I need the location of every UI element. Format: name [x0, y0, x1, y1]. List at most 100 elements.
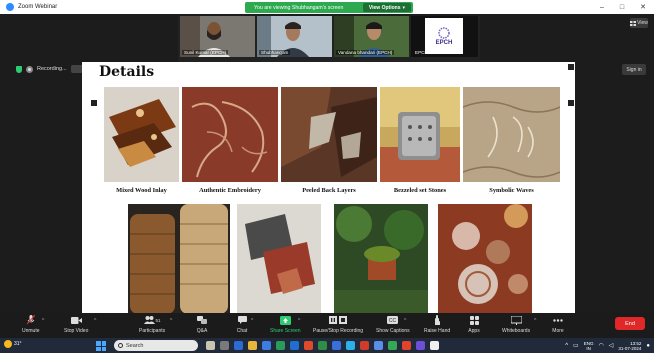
close-icon[interactable]: ✕ — [640, 3, 646, 11]
video-tile-shubhangam[interactable]: Shubhangam — [257, 16, 332, 57]
recording-label: Recording... — [37, 66, 67, 72]
shared-slide: Details Mixed Wood Inlay Authentic Embro… — [82, 62, 575, 314]
sun-icon — [4, 340, 12, 348]
photo-authentic-embroidery — [182, 87, 278, 182]
chevron-up-icon[interactable]: ^ — [42, 318, 44, 324]
epch-logo: EPCH — [425, 18, 463, 54]
language-indicator[interactable]: ENG IN — [584, 341, 594, 351]
meeting-toolbar: Unmute ^ Stop Video ^ 51 Participants ^ … — [0, 313, 654, 338]
pause-stop-recording-label: Pause/Stop Recording — [313, 328, 364, 334]
battery-icon[interactable]: ▭ — [573, 342, 579, 349]
minimize-icon[interactable]: – — [600, 4, 604, 11]
chevron-up-icon[interactable]: ^ — [170, 318, 172, 324]
weather-widget[interactable]: 31° — [4, 340, 22, 348]
show-captions-label: Show Captions — [376, 328, 410, 334]
caption-bezzeled-set-stones: Bezzeled set Stones — [393, 187, 447, 194]
acrobat-icon[interactable] — [402, 341, 411, 350]
qa-button[interactable]: Q&A — [196, 315, 208, 334]
video-camera-icon — [70, 315, 82, 325]
captions-icon: CC — [387, 315, 399, 325]
wifi-icon[interactable]: ◠ — [598, 342, 603, 349]
unmute-label: Unmute — [22, 328, 40, 334]
taskbar-app-icon[interactable] — [388, 341, 397, 350]
qa-label: Q&A — [196, 328, 208, 334]
whiteboards-button[interactable]: Whiteboards — [502, 315, 530, 334]
pause-stop-recording-button[interactable]: Pause/Stop Recording — [313, 315, 363, 334]
chrome-icon[interactable] — [304, 341, 313, 350]
caption-symbolic-waves: Symbolic Waves — [489, 187, 534, 194]
epch-logo-text: EPCH — [435, 40, 453, 46]
raise-hand-icon — [431, 315, 443, 325]
taskbar-app-icon[interactable] — [262, 341, 271, 350]
participants-count: 51 — [155, 317, 161, 323]
participant-name: Sunil Kumar (EPCH) — [182, 50, 229, 55]
file-explorer-icon[interactable] — [248, 341, 257, 350]
taskbar-app-icon[interactable] — [416, 341, 425, 350]
epch-logo-icon — [438, 27, 450, 39]
more-button[interactable]: More — [552, 315, 564, 334]
qa-icon — [196, 315, 208, 325]
photo-copper-pots — [438, 204, 532, 314]
svg-text:CC: CC — [389, 318, 397, 324]
caption-peeled-back-layers: Peeled Back Layers — [302, 187, 356, 194]
window-title: Zoom Webinar — [18, 4, 58, 10]
powerpoint-icon[interactable] — [360, 341, 369, 350]
zoom-logo-icon — [6, 3, 14, 11]
taskbar-app-icon[interactable] — [430, 341, 439, 350]
video-tile-vandana[interactable]: Vandana bhandari (EPCH) — [334, 16, 409, 57]
edge-browser-icon[interactable] — [234, 341, 243, 350]
taskbar-app-icon[interactable] — [276, 341, 285, 350]
video-tile-epch[interactable]: EPCH EPCH — [411, 16, 478, 57]
chevron-up-icon[interactable]: ^ — [404, 318, 406, 324]
chat-icon — [236, 315, 248, 325]
stop-video-button[interactable]: Stop Video — [64, 315, 88, 334]
view-options-button[interactable]: View Options ▾ — [362, 3, 411, 12]
photo-planter-garden — [334, 204, 428, 314]
language-code: ENG — [583, 340, 594, 346]
security-shield-icon[interactable] — [16, 65, 22, 73]
taskbar-app-icon[interactable] — [332, 341, 341, 350]
clock[interactable]: 13:52 31-07-2024 — [618, 341, 641, 351]
sign-in-button[interactable]: Sign in — [622, 64, 646, 75]
photo-peeled-back-layers — [281, 87, 377, 182]
chevron-up-icon[interactable]: ^ — [565, 343, 568, 349]
slide-title: Details — [99, 64, 155, 80]
task-view-icon[interactable] — [206, 341, 215, 350]
chevron-up-icon[interactable]: ^ — [298, 318, 300, 324]
participants-icon: 51 — [142, 315, 162, 325]
resize-handle — [568, 100, 574, 106]
taskbar-search-box[interactable]: Search — [114, 340, 198, 351]
taskbar-app-icon[interactable] — [220, 341, 229, 350]
taskbar-app-icon[interactable] — [374, 341, 383, 350]
raise-hand-label: Raise Hand — [424, 328, 451, 334]
view-label: View — [637, 20, 648, 26]
zoom-taskbar-icon[interactable] — [346, 341, 355, 350]
raise-hand-button[interactable]: Raise Hand — [424, 315, 450, 334]
resize-handle — [91, 100, 97, 106]
chevron-up-icon[interactable]: ^ — [94, 318, 96, 324]
photo-woven-baskets — [128, 204, 230, 314]
apps-button[interactable]: Apps — [468, 315, 480, 334]
screen-share-status: You are viewing Shubhangam's screen — [254, 4, 344, 11]
chat-button[interactable]: Chat — [236, 315, 248, 334]
excel-icon[interactable] — [318, 341, 327, 350]
share-screen-button[interactable]: Share Screen — [270, 315, 301, 334]
video-tile-sunil[interactable]: Sunil Kumar (EPCH) — [180, 16, 255, 57]
end-webinar-button[interactable]: End — [615, 317, 645, 330]
caption-authentic-embroidery: Authentic Embroidery — [199, 187, 261, 194]
view-options-label: View Options — [368, 4, 401, 11]
share-screen-icon — [279, 315, 291, 325]
participant-name: Vandana bhandari (EPCH) — [336, 50, 395, 55]
notifications-icon[interactable]: ● — [646, 343, 650, 349]
chevron-up-icon[interactable]: ^ — [534, 318, 536, 324]
weather-temperature: 31° — [14, 341, 22, 347]
volume-icon[interactable]: ◁ — [609, 342, 614, 349]
maximize-icon[interactable]: □ — [620, 4, 624, 11]
view-button[interactable]: View — [630, 18, 648, 28]
windows-start-icon[interactable] — [96, 341, 106, 351]
recording-indicator: Recording... — [16, 64, 89, 74]
word-icon[interactable] — [290, 341, 299, 350]
participants-button[interactable]: 51 Participants — [139, 315, 165, 334]
chevron-up-icon[interactable]: ^ — [251, 318, 253, 324]
unmute-button[interactable]: Unmute — [22, 315, 40, 334]
